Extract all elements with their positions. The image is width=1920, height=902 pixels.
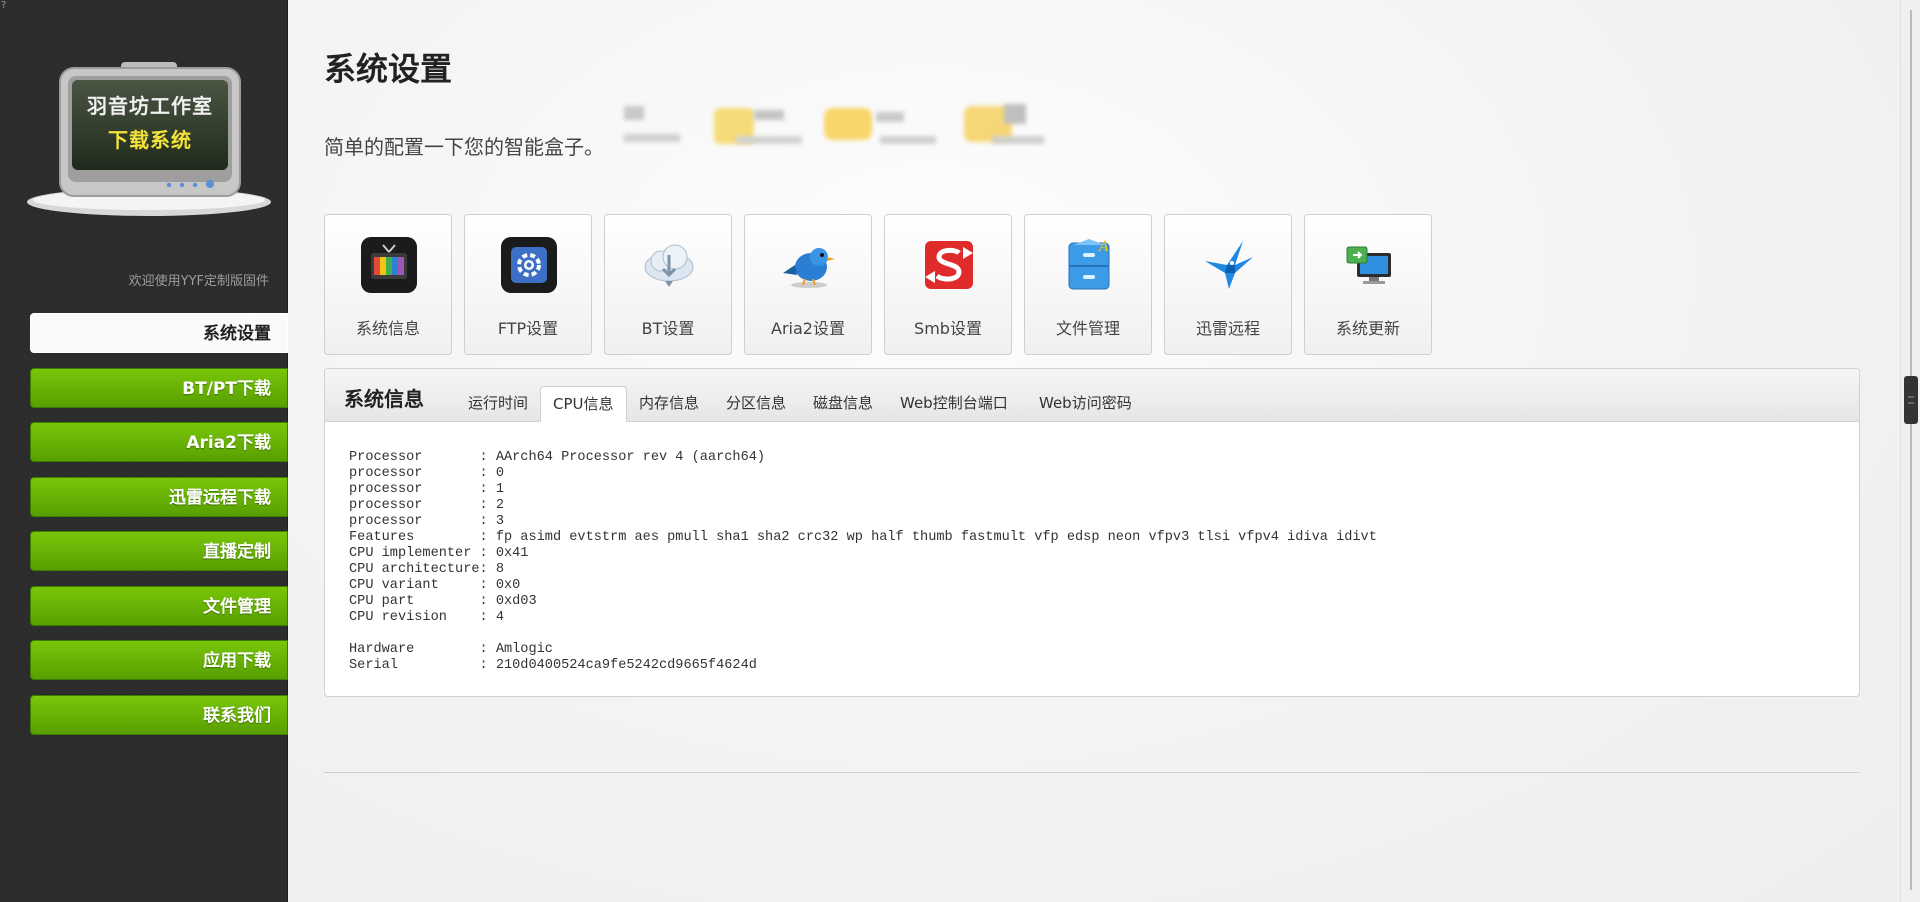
tile-ftp-settings[interactable]: FTP设置 <box>464 214 592 355</box>
divider <box>324 772 1860 773</box>
tile-system-info[interactable]: 系统信息 <box>324 214 452 355</box>
monitor-update-icon <box>1346 246 1391 284</box>
tile-file-manager[interactable]: A 文件管理 <box>1024 214 1152 355</box>
sidebar: ? 羽音坊工作室 下载系统 欢迎使用YYF定制版固件 系统设置 BT/PT下载 … <box>0 0 288 902</box>
panel-header: 系统信息 运行时间 CPU信息 内存信息 分区信息 磁盘信息 Web控制台端口 … <box>325 369 1859 422</box>
sidebar-item-system-settings[interactable]: 系统设置 <box>30 313 288 353</box>
tile-label: FTP设置 <box>497 319 559 338</box>
sidebar-item-aria2-download[interactable]: Aria2下载 <box>30 422 288 462</box>
logo-line2: 下载系统 <box>108 128 192 152</box>
bird-icon <box>783 248 835 288</box>
sidebar-item-xunlei-remote[interactable]: 迅雷远程下载 <box>30 476 288 517</box>
tile-system-update[interactable]: 系统更新 <box>1304 214 1432 355</box>
sidebar-item-bt-pt-download[interactable]: BT/PT下载 <box>30 367 288 408</box>
app-window: ? 羽音坊工作室 下载系统 欢迎使用YYF定制版固件 系统设置 BT/PT下载 … <box>0 0 1920 902</box>
corner-mark: ? <box>1 0 7 11</box>
blurred-region <box>624 100 1114 160</box>
main-content: 系统设置 简单的配置一下您的智能盒子。 系统信息 FTP设置 BT设置 Aria… <box>288 0 1900 902</box>
tab-disk-info[interactable]: 磁盘信息 <box>801 386 885 421</box>
tab-uptime[interactable]: 运行时间 <box>456 386 540 421</box>
tab-web-console-port[interactable]: Web控制台端口 <box>888 386 1020 421</box>
tile-label: 系统信息 <box>355 319 420 338</box>
tile-label: Smb设置 <box>914 319 982 338</box>
welcome-tagline: 欢迎使用YYF定制版固件 <box>128 274 269 289</box>
vertical-scrollbar[interactable] <box>1900 0 1920 902</box>
gear-icon <box>501 237 557 293</box>
sidebar-nav: 系统设置 BT/PT下载 Aria2下载 迅雷远程下载 直播定制 文件管理 应用… <box>30 313 288 749</box>
tab-memory-info[interactable]: 内存信息 <box>627 386 711 421</box>
logo-line1: 羽音坊工作室 <box>87 94 213 118</box>
sidebar-item-file-manager[interactable]: 文件管理 <box>30 585 288 626</box>
sidebar-item-app-download[interactable]: 应用下载 <box>30 640 288 680</box>
page-title: 系统设置 <box>324 50 453 88</box>
samba-icon <box>925 241 973 289</box>
tab-partition-info[interactable]: 分区信息 <box>714 386 798 421</box>
tile-xunlei-remote[interactable]: 迅雷远程 <box>1164 214 1292 355</box>
tile-label: 迅雷远程 <box>1195 319 1260 338</box>
tab-cpu-info[interactable]: CPU信息 <box>540 386 627 422</box>
tv-icon <box>361 237 417 293</box>
sidebar-item-contact-us[interactable]: 联系我们 <box>30 694 288 735</box>
logo: 羽音坊工作室 下载系统 <box>26 62 272 220</box>
tile-bt-settings[interactable]: BT设置 <box>604 214 732 355</box>
svg-text:A: A <box>1097 239 1109 255</box>
scrollbar-track <box>1910 10 1912 890</box>
tile-label: 系统更新 <box>1335 319 1400 338</box>
tile-label: Aria2设置 <box>771 319 845 338</box>
tile-label: 文件管理 <box>1055 319 1120 338</box>
panel-title: 系统信息 <box>344 387 424 411</box>
tab-web-access-password[interactable]: Web访问密码 <box>1027 386 1144 421</box>
thunder-bird-icon <box>1205 241 1253 289</box>
tile-smb-settings[interactable]: Smb设置 <box>884 214 1012 355</box>
page-subtitle: 简单的配置一下您的智能盒子。 <box>324 135 604 159</box>
tile-label: BT设置 <box>641 319 695 338</box>
file-cabinet-icon: A <box>1068 239 1110 290</box>
system-info-panel: 系统信息 运行时间 CPU信息 内存信息 分区信息 磁盘信息 Web控制台端口 … <box>324 368 1860 697</box>
scrollbar-thumb[interactable] <box>1904 376 1918 424</box>
tile-aria2-settings[interactable]: Aria2设置 <box>744 214 872 355</box>
cloud-download-icon <box>644 244 694 287</box>
sidebar-item-live-custom[interactable]: 直播定制 <box>30 531 288 571</box>
cpu-info-text: Processor : AArch64 Processor rev 4 (aar… <box>349 450 1377 673</box>
